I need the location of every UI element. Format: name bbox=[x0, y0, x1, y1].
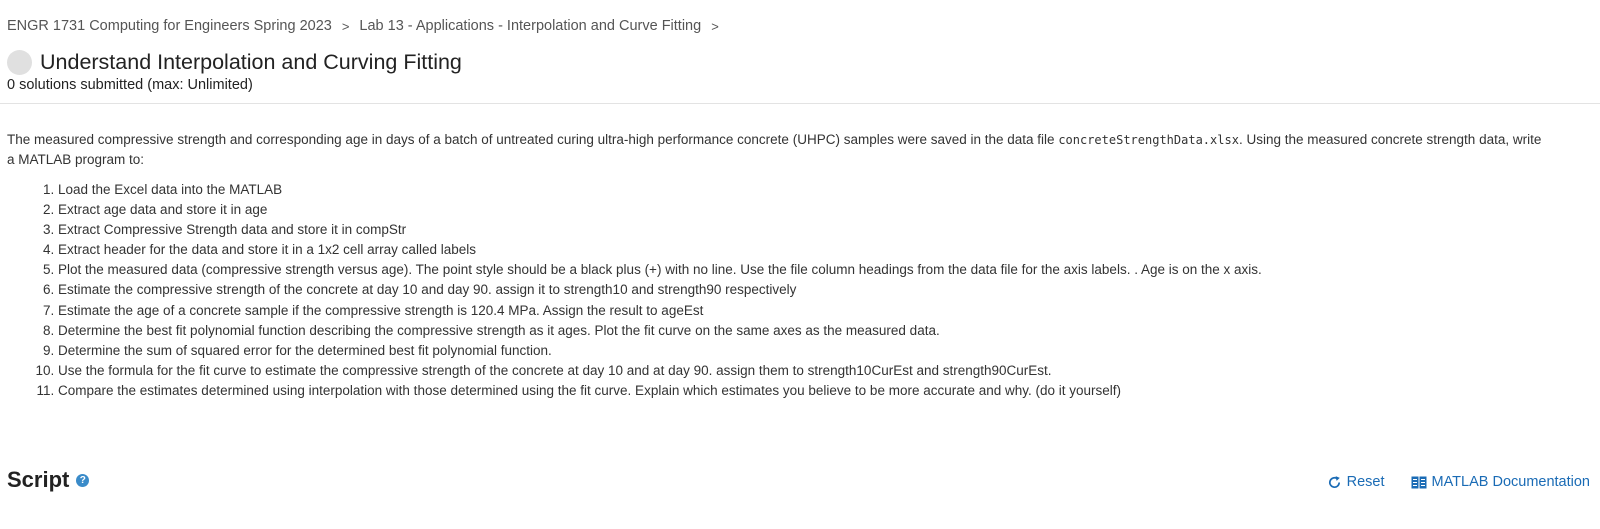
breadcrumb-separator-icon: > bbox=[711, 18, 719, 34]
reset-button[interactable]: Reset bbox=[1327, 474, 1385, 490]
intro-text: The measured compressive strength and co… bbox=[7, 132, 1059, 147]
list-item: Plot the measured data (compressive stre… bbox=[58, 260, 1262, 280]
problem-header: Understand Interpolation and Curving Fit… bbox=[7, 50, 462, 75]
data-file-name: concreteStrengthData.xlsx bbox=[1058, 133, 1239, 147]
list-item: Load the Excel data into the MATLAB bbox=[58, 180, 1262, 200]
list-item: Determine the best fit polynomial functi… bbox=[58, 321, 1262, 341]
reset-label: Reset bbox=[1346, 474, 1385, 490]
list-item: Extract Compressive Strength data and st… bbox=[58, 220, 1262, 240]
list-item: Compare the estimates determined using i… bbox=[58, 381, 1262, 401]
list-item: Estimate the age of a concrete sample if… bbox=[58, 301, 1262, 321]
breadcrumb-separator-icon: > bbox=[341, 18, 350, 34]
header-divider bbox=[0, 103, 1600, 104]
breadcrumb-lab-link[interactable]: Lab 13 - Applications - Interpolation an… bbox=[359, 18, 701, 34]
breadcrumb: ENGR 1731 Computing for Engineers Spring… bbox=[7, 18, 729, 34]
documentation-label: MATLAB Documentation bbox=[1431, 474, 1591, 490]
list-item: Estimate the compressive strength of the… bbox=[58, 280, 1262, 300]
status-circle-icon bbox=[7, 50, 32, 75]
page-title: Understand Interpolation and Curving Fit… bbox=[40, 50, 462, 74]
problem-description: The measured compressive strength and co… bbox=[7, 130, 1547, 170]
list-item: Extract header for the data and store it… bbox=[58, 240, 1262, 260]
list-item: Extract age data and store it in age bbox=[58, 200, 1262, 220]
task-list: Load the Excel data into the MATLAB Extr… bbox=[7, 180, 1262, 401]
reset-icon bbox=[1328, 475, 1340, 488]
submission-count: 0 solutions submitted (max: Unlimited) bbox=[7, 77, 253, 93]
script-title: Script bbox=[7, 467, 70, 492]
script-actions: Reset MATLAB Documentation bbox=[1327, 474, 1590, 490]
help-icon[interactable]: ? bbox=[76, 473, 90, 487]
list-item: Determine the sum of squared error for t… bbox=[58, 341, 1262, 361]
script-section-header: Script ? bbox=[7, 467, 90, 493]
matlab-documentation-link[interactable]: MATLAB Documentation bbox=[1411, 474, 1591, 490]
book-icon bbox=[1411, 476, 1426, 488]
breadcrumb-course-link[interactable]: ENGR 1731 Computing for Engineers Spring… bbox=[7, 18, 332, 34]
list-item: Use the formula for the fit curve to est… bbox=[58, 361, 1262, 381]
